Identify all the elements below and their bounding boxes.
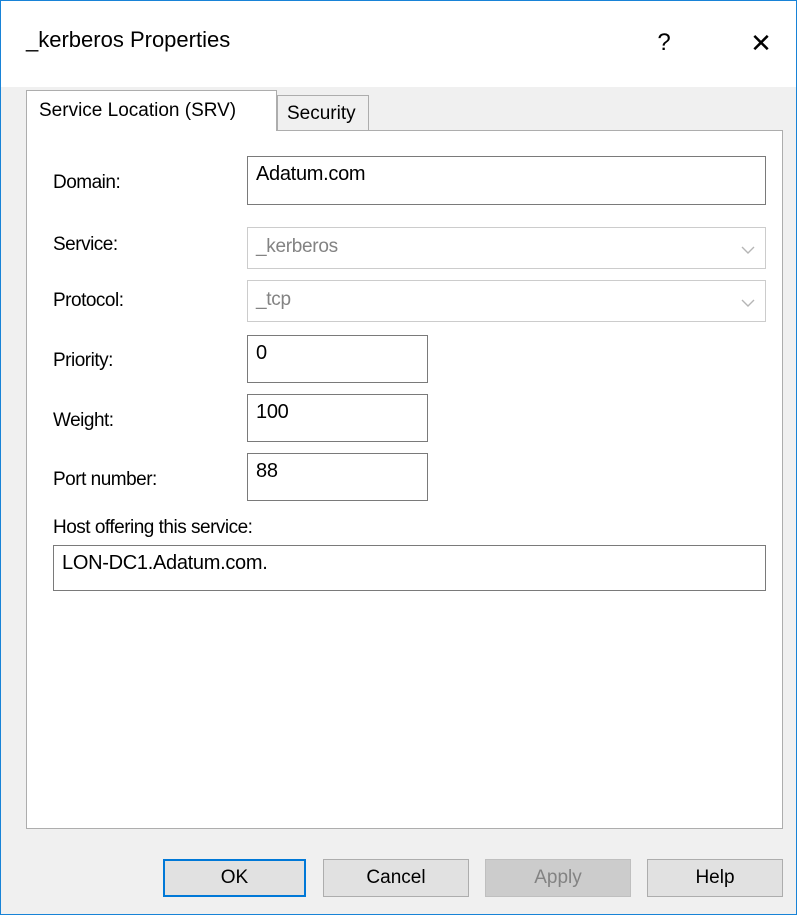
weight-field[interactable]: 100 — [247, 394, 428, 442]
close-icon[interactable]: ✕ — [739, 23, 783, 63]
protocol-dropdown[interactable]: _tcp — [247, 280, 766, 322]
service-label: Service: — [53, 234, 118, 255]
priority-label: Priority: — [53, 350, 113, 371]
domain-label: Domain: — [53, 172, 121, 193]
tab-security[interactable]: Security — [277, 95, 369, 131]
service-value: _kerberos — [256, 236, 338, 257]
tab-panel: Domain: Adatum.com Service: _kerberos Pr… — [26, 130, 783, 829]
priority-field[interactable]: 0 — [247, 335, 428, 383]
domain-field[interactable]: Adatum.com — [247, 156, 766, 205]
help-icon[interactable]: ? — [644, 23, 684, 63]
host-field[interactable]: LON-DC1.Adatum.com. — [53, 545, 766, 591]
dialog-title: _kerberos Properties — [26, 27, 231, 52]
tab-service-location[interactable]: Service Location (SRV) — [26, 90, 277, 131]
host-label: Host offering this service: — [53, 517, 253, 538]
port-number-label: Port number: — [53, 469, 157, 490]
protocol-value: _tcp — [256, 289, 291, 310]
ok-button[interactable]: OK — [163, 859, 306, 897]
cancel-button[interactable]: Cancel — [323, 859, 469, 897]
title-bar: _kerberos Properties ? ✕ — [1, 1, 796, 87]
weight-label: Weight: — [53, 410, 114, 431]
apply-button[interactable]: Apply — [485, 859, 631, 897]
protocol-label: Protocol: — [53, 290, 124, 311]
properties-dialog: _kerberos Properties ? ✕ Service Locatio… — [0, 0, 797, 915]
help-button[interactable]: Help — [647, 859, 783, 897]
chevron-down-icon — [741, 299, 755, 307]
port-number-field[interactable]: 88 — [247, 453, 428, 501]
chevron-down-icon — [741, 246, 755, 254]
service-dropdown[interactable]: _kerberos — [247, 227, 766, 269]
